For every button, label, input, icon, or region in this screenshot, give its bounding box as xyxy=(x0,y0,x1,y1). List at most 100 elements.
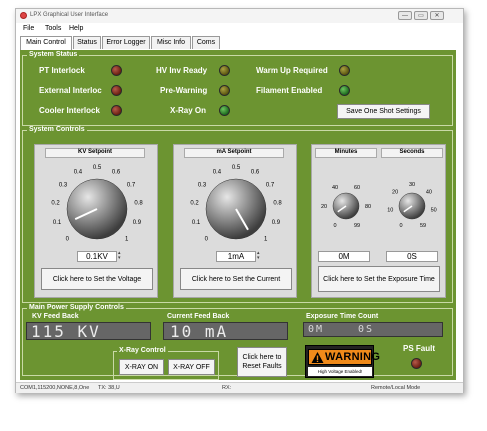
warning-triangle-icon xyxy=(311,352,324,363)
external-interlock-label: External Interloc xyxy=(39,86,102,95)
kv-setpoint-group: KV Setpoint 0 0.1 0.2 0.3 0.4 0.5 0.6 0.7 0.8 0.9… xyxy=(34,144,158,298)
app-window: LPX Graphical User Interface — ▭ ✕ File … xyxy=(15,8,464,393)
kv-tick-label: 0.5 xyxy=(93,165,102,171)
app-logo-icon xyxy=(20,12,27,19)
ps-fault-label: PS Fault xyxy=(403,344,436,353)
tab-strip: Main Control Status Error Logger Misc In… xyxy=(20,36,460,50)
set-current-button[interactable]: Click here to Set the Current xyxy=(180,268,292,290)
exposure-count-label: Exposure Time Count xyxy=(306,313,379,320)
kv-knob[interactable]: 0 0.1 0.2 0.3 0.4 0.5 0.6 0.7 0.8 0.9 1 xyxy=(35,145,159,263)
seconds-tick-label: 30 xyxy=(409,182,415,188)
seconds-value-display[interactable]: 0S xyxy=(386,251,438,262)
kv-tick-label: 0 xyxy=(66,237,70,243)
system-controls-panel: System Controls KV Setpoint 0 0.1 0.2 0.3 0.… xyxy=(22,126,453,303)
ma-tick-label: 0.6 xyxy=(251,170,260,176)
warning-subtext: High Voltage Enabled! xyxy=(308,367,372,376)
exposure-count-seconds: 0S xyxy=(358,324,375,335)
ma-spinner-arrows[interactable]: ▴ ▾ xyxy=(257,251,260,261)
xray-control-group: X-Ray Control X-RAY ON X-RAY OFF xyxy=(113,347,219,380)
minutes-tick-label: 99 xyxy=(354,223,360,229)
time-knobs[interactable]: 0 20 40 60 80 99 0 10 20 30 40 50 59 xyxy=(312,145,447,250)
warning-text: WARNING xyxy=(325,351,381,363)
xray-on-button[interactable]: X-RAY ON xyxy=(119,359,164,375)
exposure-count-display: 0M 0S xyxy=(303,322,443,337)
spin-down-icon[interactable]: ▾ xyxy=(257,255,260,261)
warning-banner: WARNING xyxy=(308,349,380,365)
ma-knob[interactable]: 0 0.1 0.2 0.3 0.4 0.5 0.6 0.7 0.8 0.9 1 xyxy=(174,145,298,263)
cooler-interlock-label: Cooler Interlock xyxy=(39,106,100,115)
kv-tick-label: 1 xyxy=(125,237,129,243)
set-exposure-time-button[interactable]: Click here to Set the Exposure Time xyxy=(318,266,440,292)
menu-help[interactable]: Help xyxy=(69,25,83,32)
seconds-tick-label: 20 xyxy=(392,190,398,196)
minutes-tick-label: 80 xyxy=(365,204,371,210)
save-one-shot-settings-button[interactable]: Save One Shot Settings xyxy=(337,104,430,119)
exposure-time-group: Minutes Seconds 0 20 40 60 80 99 0 10 20 30 40 50 5… xyxy=(311,144,446,298)
main-control-panel: System Status PT Interlock External Inte… xyxy=(20,50,456,380)
tab-status[interactable]: Status xyxy=(73,36,101,49)
tab-main-control[interactable]: Main Control xyxy=(20,36,72,50)
title-bar: LPX Graphical User Interface — ▭ ✕ xyxy=(16,9,463,23)
kv-feedback-label: KV Feed Back xyxy=(32,313,79,320)
filament-enabled-indicator xyxy=(339,85,350,96)
reset-faults-button[interactable]: Click here to Reset Faults xyxy=(237,347,287,377)
maximize-button[interactable]: ▭ xyxy=(414,11,428,20)
close-button[interactable]: ✕ xyxy=(430,11,444,20)
seconds-tick-label: 0 xyxy=(399,223,402,229)
system-status-panel: System Status PT Interlock External Inte… xyxy=(22,51,453,126)
kv-tick-label: 0.8 xyxy=(134,200,143,206)
ma-tick-label: 0.2 xyxy=(190,200,199,206)
kv-tick-label: 0.3 xyxy=(59,182,68,188)
warm-up-required-label: Warm Up Required xyxy=(256,66,328,75)
ma-tick-label: 1 xyxy=(264,237,268,243)
minutes-tick-label: 60 xyxy=(354,185,360,191)
tab-misc-info[interactable]: Misc Info xyxy=(151,36,191,49)
set-voltage-button[interactable]: Click here to Set the Voltage xyxy=(41,268,153,290)
ma-tick-label: 0 xyxy=(205,237,209,243)
minutes-tick-label: 20 xyxy=(321,204,327,210)
xray-control-title: X-Ray Control xyxy=(117,347,168,354)
spin-down-icon[interactable]: ▾ xyxy=(118,255,121,261)
ma-tick-label: 0.8 xyxy=(273,200,282,206)
minutes-value-display[interactable]: 0M xyxy=(318,251,370,262)
kv-value-display[interactable]: 0.1KV xyxy=(77,251,117,262)
kv-tick-label: 0.7 xyxy=(127,182,136,188)
cooler-interlock-indicator xyxy=(111,105,122,116)
ma-tick-label: 0.4 xyxy=(213,170,222,176)
minimize-button[interactable]: — xyxy=(398,11,412,20)
status-bar: COM1,115200,NONE,8,One TX: 38,U RX: Remo… xyxy=(16,382,463,393)
status-rx: RX: xyxy=(222,385,232,391)
kv-tick-label: 0.4 xyxy=(74,170,83,176)
seconds-tick-label: 10 xyxy=(387,208,393,214)
ma-value-display[interactable]: 1mA xyxy=(216,251,256,262)
pre-warning-indicator xyxy=(219,85,230,96)
current-feedback-label: Current Feed Back xyxy=(167,313,230,320)
menu-tools[interactable]: Tools xyxy=(45,25,61,32)
kv-tick-label: 0.9 xyxy=(133,220,142,226)
exposure-count-minutes: 0M xyxy=(308,324,325,335)
status-port-settings: COM1,115200,NONE,8,One xyxy=(20,385,90,391)
kv-spinner-arrows[interactable]: ▴ ▾ xyxy=(118,251,121,261)
kv-tick-label: 0.1 xyxy=(53,220,62,226)
tab-error-logger[interactable]: Error Logger xyxy=(102,36,150,49)
minutes-tick-label: 40 xyxy=(332,185,338,191)
menu-bar: File Tools Help xyxy=(16,24,463,35)
kv-tick-label: 0.6 xyxy=(112,170,121,176)
tab-coms[interactable]: Coms xyxy=(192,36,220,49)
ma-tick-label: 0.1 xyxy=(192,220,201,226)
xray-on-label: X-Ray On xyxy=(170,106,207,115)
ps-fault-indicator xyxy=(411,358,422,369)
current-feedback-display: 10 mA xyxy=(163,322,288,340)
menu-file[interactable]: File xyxy=(23,25,34,32)
ma-tick-label: 0.7 xyxy=(266,182,275,188)
window-title: LPX Graphical User Interface xyxy=(30,12,109,18)
power-supply-title: Main Power Supply Controls xyxy=(27,304,126,311)
ma-tick-label: 0.3 xyxy=(198,182,207,188)
system-controls-title: System Controls xyxy=(27,126,87,133)
seconds-tick-label: 59 xyxy=(420,223,426,229)
minutes-tick-label: 0 xyxy=(333,223,336,229)
kv-tick-label: 0.2 xyxy=(51,200,60,206)
seconds-tick-label: 40 xyxy=(426,190,432,196)
hv-inv-ready-label: HV Inv Ready xyxy=(156,66,208,75)
xray-off-button[interactable]: X-RAY OFF xyxy=(168,359,215,375)
